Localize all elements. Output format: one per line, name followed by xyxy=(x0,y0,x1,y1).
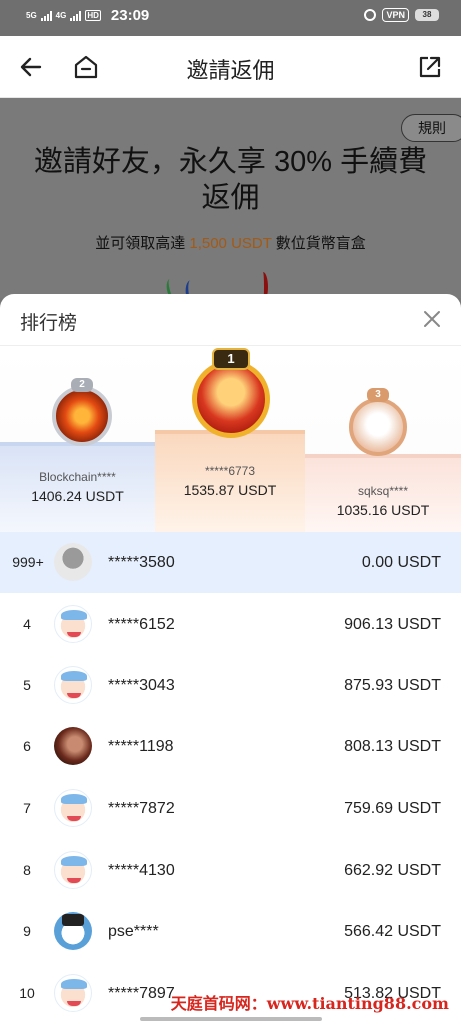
user-name: *****3043 xyxy=(108,677,175,694)
signal-icon-2 xyxy=(70,10,82,21)
avatar xyxy=(54,789,92,827)
podium: Blockchain**** 1406.24 USDT *****6773 15… xyxy=(0,346,461,532)
user-amount: 566.42 USDT xyxy=(344,923,441,940)
share-icon[interactable] xyxy=(417,54,443,80)
user-name: *****3580 xyxy=(108,554,175,571)
avatar-bitcoin xyxy=(52,386,112,446)
user-amount: 662.92 USDT xyxy=(344,862,441,879)
table-row: 4 *****6152 906.13 USDT xyxy=(0,594,461,655)
avatar xyxy=(54,912,92,950)
avatar xyxy=(54,727,92,765)
leaderboard-title: 排行榜 xyxy=(20,313,78,334)
table-row: 8 *****4130 662.92 USDT xyxy=(0,840,461,901)
user-name: pse**** xyxy=(108,923,159,940)
avatar-fortune-god xyxy=(192,360,270,438)
rules-button[interactable]: 規則 xyxy=(401,114,461,142)
podium-second: Blockchain**** 1406.24 USDT xyxy=(0,442,155,532)
subtitle-suffix: 數位貨幣盲盒 xyxy=(271,235,366,252)
rank-number: 4 xyxy=(23,616,31,632)
user-amount: 808.13 USDT xyxy=(344,738,441,755)
invite-subtitle: 並可領取高達 1,500 USDT 數位貨幣盲盒 xyxy=(0,232,461,253)
rank-number: 999+ xyxy=(12,554,44,570)
user-amount: 906.13 USDT xyxy=(344,616,441,633)
user-name: *****6152 xyxy=(108,616,175,633)
invite-banner: 規則 邀請好友，永久享 30% 手續費返佣 並可領取高達 1,500 USDT … xyxy=(0,98,461,311)
rank-number: 9 xyxy=(23,923,31,939)
battery-icon: 38 xyxy=(415,9,439,21)
podium-third: sqksq**** 1035.16 USDT xyxy=(305,454,461,532)
table-row: 9 pse**** 566.42 USDT xyxy=(0,901,461,962)
podium-name: *****6773 xyxy=(204,464,256,478)
leaderboard-sheet: 排行榜 Blockchain**** 1406.24 USDT *****677… xyxy=(0,294,461,1024)
sheet-header: 排行榜 xyxy=(0,294,461,346)
home-indicator[interactable] xyxy=(140,1017,322,1021)
medal-2-badge: 2 xyxy=(71,378,93,392)
subtitle-prefix: 並可領取高達 xyxy=(95,235,190,252)
clock-time: 23:09 xyxy=(110,7,150,24)
table-row: 5 *****3043 875.93 USDT xyxy=(0,655,461,716)
rank-number: 8 xyxy=(23,862,31,878)
my-rank-row: 999+ *****3580 0.00 USDT xyxy=(0,532,461,593)
podium-first: *****6773 1535.87 USDT xyxy=(155,430,305,532)
avatar xyxy=(54,974,92,1012)
top-nav-bar: 邀請返佣 xyxy=(0,36,461,98)
user-name: *****7897 xyxy=(108,985,175,1002)
table-row: 7 *****7872 759.69 USDT xyxy=(0,778,461,839)
user-amount: 875.93 USDT xyxy=(344,677,441,694)
user-name: *****4130 xyxy=(108,862,175,879)
podium-name: Blockchain**** xyxy=(39,470,116,484)
signal-icon xyxy=(40,10,52,21)
table-row: 6 *****1198 808.13 USDT xyxy=(0,716,461,777)
rank-number: 6 xyxy=(23,738,31,754)
invite-headline: 邀請好友，永久享 30% 手續費返佣 xyxy=(33,146,428,214)
medal-3-badge: 3 xyxy=(367,388,389,402)
avatar xyxy=(54,666,92,704)
podium-amount: 1035.16 USDT xyxy=(336,502,430,518)
subtitle-highlight: 1,500 USDT xyxy=(189,235,272,252)
hd-badge: HD xyxy=(85,10,101,21)
podium-amount: 1406.24 USDT xyxy=(31,488,124,504)
user-amount: 0.00 USDT xyxy=(361,554,441,571)
medal-1-badge: 1 xyxy=(212,348,250,370)
page-title: 邀請返佣 xyxy=(186,58,275,83)
user-amount: 759.69 USDT xyxy=(344,800,441,817)
rank-number: 5 xyxy=(23,677,31,693)
close-icon[interactable] xyxy=(421,308,443,330)
status-bar: 5G 4G HD 23:09 VPN 38 xyxy=(0,0,461,36)
vpn-badge: VPN xyxy=(382,8,409,22)
avatar xyxy=(54,851,92,889)
avatar-lion-dance xyxy=(349,398,407,456)
podium-amount: 1535.87 USDT xyxy=(183,482,277,498)
avatar xyxy=(54,543,92,581)
network-5g-label: 5G xyxy=(26,11,37,20)
watermark-text: 天庭首码网：www.tianting88.com xyxy=(170,994,449,1013)
user-name: *****1198 xyxy=(108,738,174,755)
rank-number: 7 xyxy=(23,800,31,816)
rank-number: 10 xyxy=(19,985,35,1001)
network-4g-label: 4G xyxy=(55,11,67,20)
alarm-icon xyxy=(364,9,377,21)
avatar xyxy=(54,605,92,643)
user-name: *****7872 xyxy=(108,800,175,817)
podium-name: sqksq**** xyxy=(357,484,409,498)
